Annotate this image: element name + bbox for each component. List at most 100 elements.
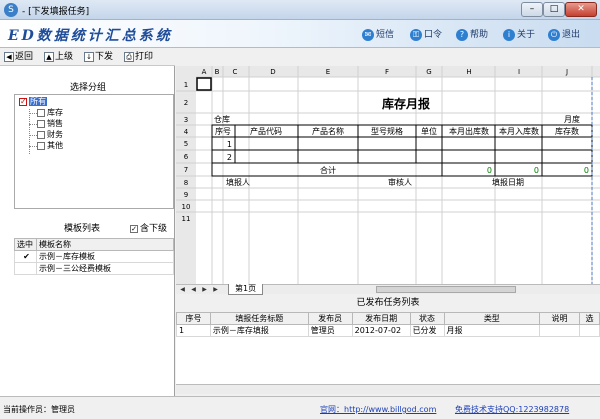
col-header[interactable]: D xyxy=(270,68,275,76)
selected-cell[interactable] xyxy=(196,77,212,91)
published-table-container: 序号 填报任务标题 发布员 发布日期 状态 类型 说明 选 1 示例－库存填报 … xyxy=(176,312,600,384)
password-button[interactable]: ⚿ 口令 xyxy=(410,28,442,42)
column-header[interactable]: 发布日期 xyxy=(351,312,411,325)
checkbox-icon[interactable] xyxy=(37,141,45,150)
tree-node-other[interactable]: 其他 xyxy=(37,141,63,151)
tree-node-sales[interactable]: 销售 xyxy=(37,119,63,129)
back-button[interactable]: ◀ 返回 xyxy=(4,50,33,64)
row-header[interactable]: 10 xyxy=(182,203,191,211)
next-sheet-icon[interactable]: ▶ xyxy=(200,285,209,294)
upper-level-button[interactable]: ▲ 上级 xyxy=(44,50,73,64)
column-header[interactable]: 说明 xyxy=(539,312,580,325)
row-header[interactable]: 9 xyxy=(184,191,188,199)
col-header[interactable]: F xyxy=(385,68,389,76)
tree-node-inventory[interactable]: 库存 xyxy=(37,108,63,118)
col-header[interactable]: A xyxy=(202,68,207,76)
reviewer-label: 审核人 xyxy=(388,177,412,187)
dispatch-icon: ↓ xyxy=(84,51,94,62)
template-table: 选中 模板名称 ✔ 示例－库存模板 示例－三公经费模板 xyxy=(14,238,174,275)
checkbox-checked-icon[interactable]: ✓ xyxy=(19,97,27,106)
col-header[interactable]: E xyxy=(326,68,330,76)
task-type: 月报 xyxy=(443,324,541,337)
maximize-button[interactable]: □ xyxy=(543,2,565,17)
printer-icon: ⎙ xyxy=(124,51,134,62)
checkbox-checked-icon[interactable]: ✓ xyxy=(130,224,138,233)
exit-icon: ⏻ xyxy=(548,28,560,41)
published-horizontal-scrollbar[interactable] xyxy=(176,384,600,394)
col-header[interactable]: G xyxy=(426,68,431,76)
published-list-title: 已发布任务列表 xyxy=(176,296,600,310)
row-header[interactable]: 1 xyxy=(184,81,188,89)
warehouse-label: 仓库 xyxy=(214,114,230,124)
row-checkbox[interactable]: ✔ xyxy=(14,250,37,263)
row-checkbox[interactable] xyxy=(14,262,37,275)
key-icon: ⚿ xyxy=(410,28,422,41)
window-title: - [下发填报任务] xyxy=(22,7,90,17)
col-header[interactable]: J xyxy=(565,68,568,76)
tree-node-all[interactable]: ✓ 所有 xyxy=(19,97,47,107)
column-header[interactable]: 状态 xyxy=(409,312,445,325)
report-col-header: 序号 xyxy=(215,126,231,136)
print-button[interactable]: ⎙ 打印 xyxy=(124,50,153,64)
checkbox-icon[interactable] xyxy=(37,119,45,128)
row-header[interactable]: 3 xyxy=(184,116,188,124)
horizontal-scrollbar[interactable] xyxy=(376,286,516,293)
task-date: 2012-07-02 xyxy=(351,324,411,337)
col-header[interactable]: B xyxy=(215,68,220,76)
prev-sheet-icon[interactable]: ◀ xyxy=(189,285,198,294)
col-header[interactable]: C xyxy=(233,68,238,76)
app-icon: S xyxy=(4,3,18,17)
row-header[interactable]: 6 xyxy=(184,153,189,161)
row-header[interactable]: 8 xyxy=(184,179,188,187)
dispatch-button[interactable]: ↓ 下发 xyxy=(84,50,113,64)
close-button[interactable]: ✕ xyxy=(565,2,597,17)
message-icon: ✉ xyxy=(362,28,374,41)
table-row[interactable]: 1 示例－库存填报 管理员 2012-07-02 已分发 月报 xyxy=(176,324,600,337)
template-list-title: 模板列表 xyxy=(64,224,101,234)
seq-cell[interactable]: 2 xyxy=(227,153,232,162)
app-title: ED数据统计汇总系统 xyxy=(8,28,173,44)
support-link[interactable]: 免费技术支持QQ:1223982878 xyxy=(455,404,569,415)
column-header[interactable]: 类型 xyxy=(443,312,541,325)
table-row[interactable]: 示例－三公经费模板 xyxy=(14,262,174,275)
tree-connector xyxy=(29,109,30,154)
website-link[interactable]: 官网：http://www.billgod.com xyxy=(320,404,436,415)
column-header[interactable]: 选 xyxy=(578,312,600,325)
table-row[interactable]: ✔ 示例－库存模板 xyxy=(14,250,174,263)
total-in-value[interactable]: 0 xyxy=(534,166,539,175)
report-col-header: 单位 xyxy=(421,126,437,136)
checkbox-icon[interactable] xyxy=(37,108,45,117)
sms-button[interactable]: ✉ 短信 xyxy=(362,28,394,42)
total-out-value[interactable]: 0 xyxy=(487,166,492,175)
col-header[interactable]: H xyxy=(466,68,471,76)
column-header[interactable]: 发布员 xyxy=(307,312,353,325)
task-select[interactable] xyxy=(578,324,600,337)
column-header[interactable]: 填报任务标题 xyxy=(209,312,309,325)
tree-node-finance[interactable]: 财务 xyxy=(37,130,63,140)
last-sheet-icon[interactable]: ▶ xyxy=(211,285,220,294)
back-icon: ◀ xyxy=(4,51,14,62)
report-sheet[interactable]: A B C D E F G H I J 1 2 3 4 5 6 7 8 9 10… xyxy=(176,66,600,284)
row-header[interactable]: 11 xyxy=(182,215,191,223)
include-sub-checkbox[interactable]: ✓ 含下级 xyxy=(130,223,167,235)
row-header[interactable]: 7 xyxy=(184,166,188,174)
total-stock-value[interactable]: 0 xyxy=(584,166,589,175)
column-header[interactable]: 模板名称 xyxy=(36,238,174,251)
window-titlebar: S - [下发填报任务] – □ ✕ xyxy=(0,0,600,20)
about-button[interactable]: i 关于 xyxy=(503,28,535,42)
template-list-header: 模板列表 ✓ 含下级 xyxy=(14,223,174,235)
sheet-tab-page1[interactable]: 第1页 xyxy=(228,284,264,295)
first-sheet-icon[interactable]: ◀ xyxy=(178,285,187,294)
column-header[interactable]: 序号 xyxy=(176,312,211,325)
exit-button[interactable]: ⏻ 退出 xyxy=(548,28,580,42)
column-header[interactable]: 选中 xyxy=(14,238,37,251)
checkbox-icon[interactable] xyxy=(37,130,45,139)
col-header[interactable]: I xyxy=(518,68,520,76)
row-header[interactable]: 2 xyxy=(184,99,188,107)
help-button[interactable]: ? 帮助 xyxy=(456,28,488,42)
minimize-button[interactable]: – xyxy=(521,2,543,17)
row-header[interactable]: 4 xyxy=(184,128,189,136)
seq-cell[interactable]: 1 xyxy=(227,140,232,149)
row-header[interactable]: 5 xyxy=(184,140,188,148)
task-publisher: 管理员 xyxy=(307,324,353,337)
